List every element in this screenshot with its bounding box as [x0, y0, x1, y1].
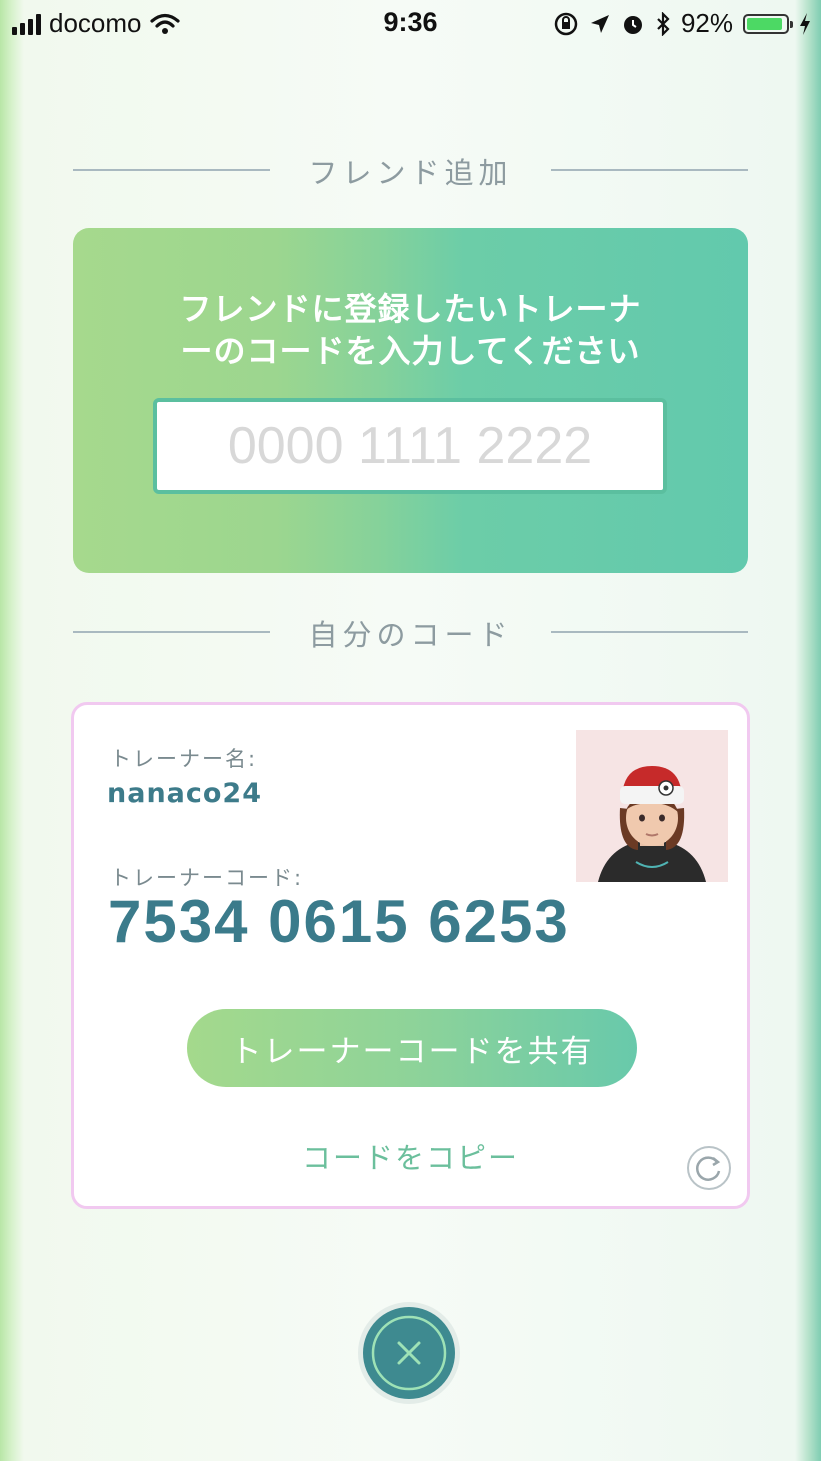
divider-line	[551, 169, 748, 171]
friend-code-prompt-line1: フレンドに登録したいトレーナ	[179, 290, 642, 328]
friend-code-input[interactable]	[153, 398, 667, 494]
divider-line	[551, 631, 748, 633]
battery-percent: 92%	[680, 8, 733, 38]
trainer-code: 7534 0615 6253	[108, 888, 570, 955]
close-button[interactable]	[357, 1301, 461, 1405]
location-icon	[590, 14, 609, 33]
avatar	[576, 730, 728, 882]
rotation-lock-icon	[554, 12, 578, 35]
trainer-avatar-image	[576, 730, 728, 882]
friend-code-entry-card: フレンドに登録したいトレーナ ーのコードを入力してください	[73, 228, 748, 573]
status-bar: docomo 9:36 92%	[0, 0, 821, 46]
alarm-icon	[623, 15, 642, 34]
refresh-icon[interactable]	[686, 1145, 732, 1191]
trainer-name: nanaco24	[107, 778, 263, 809]
friend-code-prompt: フレンドに登録したいトレーナ ーのコードを入力してください	[73, 288, 748, 372]
status-bar-right: 92%	[553, 8, 811, 39]
bluetooth-icon	[657, 11, 670, 36]
share-trainer-code-button[interactable]: トレーナーコードを共有	[187, 1009, 637, 1087]
my-code-title: 自分のコード	[308, 618, 513, 652]
charging-icon	[800, 12, 810, 35]
copy-code-link[interactable]: コードをコピー	[74, 1135, 747, 1177]
trainer-name-label: トレーナー名:	[110, 747, 258, 771]
battery-icon	[743, 13, 793, 34]
my-code-heading: 自分のコード	[73, 612, 748, 652]
friend-add-title: フレンド追加	[308, 156, 513, 190]
my-code-card: トレーナー名: nanaco24 トレーナーコード: 7534 0615 625…	[71, 702, 750, 1209]
friend-add-heading: フレンド追加	[73, 150, 748, 190]
friend-code-prompt-line2: ーのコードを入力してください	[180, 332, 641, 370]
